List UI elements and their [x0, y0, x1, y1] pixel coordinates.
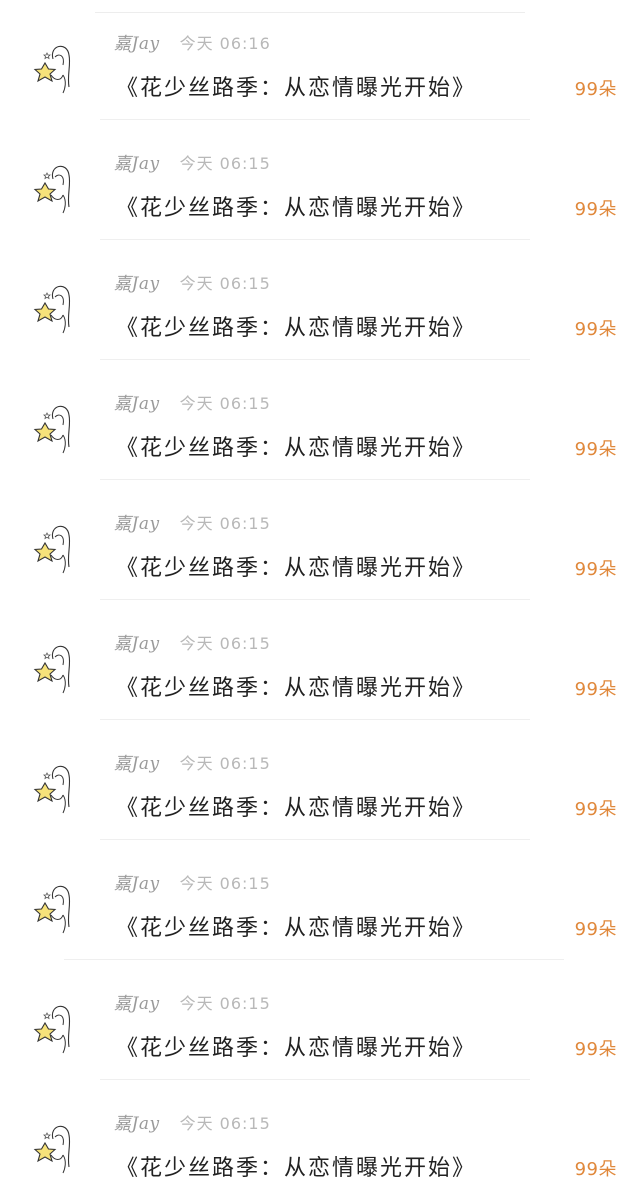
gift-title: 《花少丝路季：从恋情曝光开始》 — [116, 1156, 477, 1181]
list-item[interactable]: 嘉Jay 今天 06:15 《花少丝路季：从恋情曝光开始》 99朵 — [0, 960, 640, 1080]
gift-amount: 99朵 — [574, 679, 617, 700]
item-meta: 嘉Jay 今天 06:15 — [114, 509, 271, 534]
username[interactable]: 嘉Jay — [114, 869, 160, 894]
avatar[interactable] — [33, 635, 77, 695]
gift-title: 《花少丝路季：从恋情曝光开始》 — [116, 1036, 477, 1061]
timestamp: 今天 06:15 — [179, 634, 271, 653]
gift-amount: 99朵 — [574, 439, 617, 460]
list-item[interactable]: 嘉Jay 今天 06:16 《花少丝路季：从恋情曝光开始》 99朵 — [0, 0, 640, 120]
list-item[interactable]: 嘉Jay 今天 06:15 《花少丝路季：从恋情曝光开始》 99朵 — [0, 120, 640, 240]
timestamp: 今天 06:15 — [179, 514, 271, 533]
gift-title: 《花少丝路季：从恋情曝光开始》 — [116, 556, 477, 581]
username[interactable]: 嘉Jay — [114, 989, 160, 1014]
item-meta: 嘉Jay 今天 06:15 — [114, 1109, 271, 1134]
item-meta: 嘉Jay 今天 06:15 — [114, 749, 271, 774]
username[interactable]: 嘉Jay — [114, 389, 160, 414]
username[interactable]: 嘉Jay — [114, 1109, 160, 1134]
avatar[interactable] — [33, 755, 77, 815]
girl-with-star-avatar-icon — [33, 405, 71, 454]
username[interactable]: 嘉Jay — [114, 269, 160, 294]
avatar[interactable] — [33, 515, 77, 575]
list-item[interactable]: 嘉Jay 今天 06:15 《花少丝路季：从恋情曝光开始》 99朵 — [0, 720, 640, 840]
gift-title: 《花少丝路季：从恋情曝光开始》 — [116, 676, 477, 701]
gift-amount: 99朵 — [574, 79, 617, 100]
girl-with-star-avatar-icon — [33, 525, 71, 574]
gift-title: 《花少丝路季：从恋情曝光开始》 — [116, 796, 477, 821]
list-item[interactable]: 嘉Jay 今天 06:15 《花少丝路季：从恋情曝光开始》 99朵 — [0, 360, 640, 480]
timestamp: 今天 06:15 — [179, 154, 271, 173]
item-meta: 嘉Jay 今天 06:15 — [114, 149, 271, 174]
gift-amount: 99朵 — [574, 919, 617, 940]
timestamp: 今天 06:16 — [179, 34, 271, 53]
gift-list: 嘉Jay 今天 06:16 《花少丝路季：从恋情曝光开始》 99朵 嘉Jay 今… — [0, 0, 640, 1181]
gift-title: 《花少丝路季：从恋情曝光开始》 — [116, 316, 477, 341]
girl-with-star-avatar-icon — [33, 765, 71, 814]
girl-with-star-avatar-icon — [33, 165, 71, 214]
gift-amount: 99朵 — [574, 199, 617, 220]
list-item[interactable]: 嘉Jay 今天 06:15 《花少丝路季：从恋情曝光开始》 99朵 — [0, 480, 640, 600]
girl-with-star-avatar-icon — [33, 285, 71, 334]
gift-amount: 99朵 — [574, 319, 617, 340]
gift-amount: 99朵 — [574, 1039, 617, 1060]
timestamp: 今天 06:15 — [179, 1114, 271, 1133]
gift-title: 《花少丝路季：从恋情曝光开始》 — [116, 76, 477, 101]
girl-with-star-avatar-icon — [33, 1005, 71, 1054]
girl-with-star-avatar-icon — [33, 885, 71, 934]
timestamp: 今天 06:15 — [179, 274, 271, 293]
item-meta: 嘉Jay 今天 06:15 — [114, 389, 271, 414]
timestamp: 今天 06:15 — [179, 874, 271, 893]
username[interactable]: 嘉Jay — [114, 509, 160, 534]
gift-title: 《花少丝路季：从恋情曝光开始》 — [116, 916, 477, 941]
gift-amount: 99朵 — [574, 1159, 617, 1180]
list-item[interactable]: 嘉Jay 今天 06:15 《花少丝路季：从恋情曝光开始》 99朵 — [0, 1080, 640, 1200]
avatar[interactable] — [33, 875, 77, 935]
username[interactable]: 嘉Jay — [114, 629, 160, 654]
username[interactable]: 嘉Jay — [114, 749, 160, 774]
gift-amount: 99朵 — [574, 559, 617, 580]
username[interactable]: 嘉Jay — [114, 29, 160, 54]
username[interactable]: 嘉Jay — [114, 149, 160, 174]
list-item[interactable]: 嘉Jay 今天 06:15 《花少丝路季：从恋情曝光开始》 99朵 — [0, 600, 640, 720]
item-meta: 嘉Jay 今天 06:15 — [114, 869, 271, 894]
item-meta: 嘉Jay 今天 06:15 — [114, 629, 271, 654]
avatar[interactable] — [33, 395, 77, 455]
avatar[interactable] — [33, 995, 77, 1055]
list-item[interactable]: 嘉Jay 今天 06:15 《花少丝路季：从恋情曝光开始》 99朵 — [0, 840, 640, 960]
timestamp: 今天 06:15 — [179, 394, 271, 413]
girl-with-star-avatar-icon — [33, 45, 71, 94]
timestamp: 今天 06:15 — [179, 994, 271, 1013]
girl-with-star-avatar-icon — [33, 645, 71, 694]
item-meta: 嘉Jay 今天 06:16 — [114, 29, 271, 54]
avatar[interactable] — [33, 275, 77, 335]
gift-amount: 99朵 — [574, 799, 617, 820]
timestamp: 今天 06:15 — [179, 754, 271, 773]
gift-title: 《花少丝路季：从恋情曝光开始》 — [116, 196, 477, 221]
avatar[interactable] — [33, 155, 77, 215]
avatar[interactable] — [33, 1115, 77, 1175]
item-meta: 嘉Jay 今天 06:15 — [114, 269, 271, 294]
list-item[interactable]: 嘉Jay 今天 06:15 《花少丝路季：从恋情曝光开始》 99朵 — [0, 240, 640, 360]
girl-with-star-avatar-icon — [33, 1125, 71, 1174]
gift-title: 《花少丝路季：从恋情曝光开始》 — [116, 436, 477, 461]
item-meta: 嘉Jay 今天 06:15 — [114, 989, 271, 1014]
avatar[interactable] — [33, 35, 77, 95]
